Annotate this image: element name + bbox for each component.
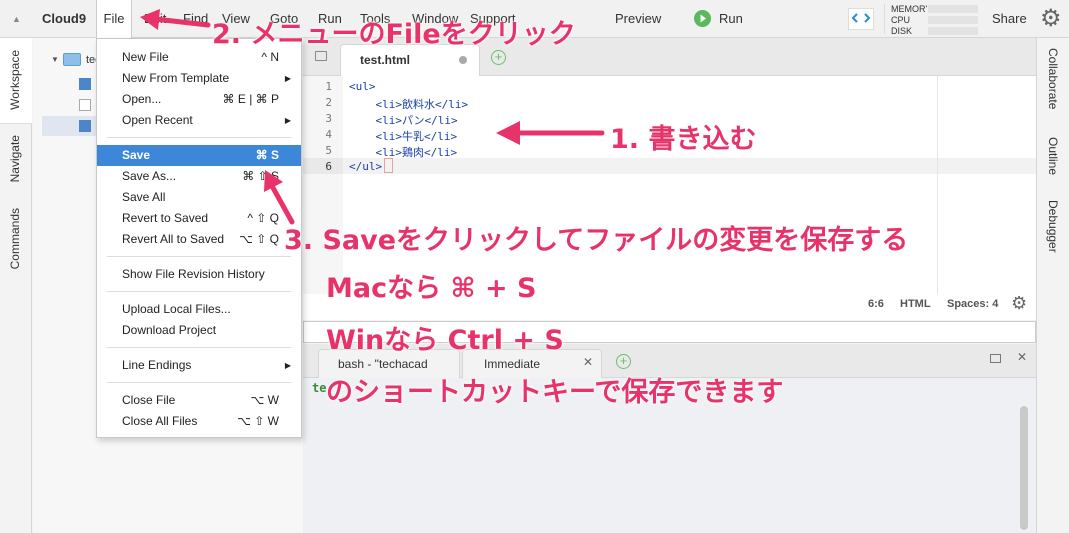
annotation-win: Winなら Ctrl + S [326,325,564,356]
annotation-step1: 1. 書き込む [610,124,757,155]
arrow-to-save [269,183,295,225]
annotation-mac: Macなら ⌘ + S [326,273,537,304]
annotation-step3: 3. Saveをクリックしてファイルの変更を保存する [284,225,909,256]
arrowhead-editor [496,121,520,145]
annotation-shortcut-note: のショートカットキーで保存できます [326,377,784,408]
arrow-to-file-menu [152,16,211,28]
annotation-step2: 2. メニューのFileをクリック [212,19,576,50]
arrowhead-file [140,9,160,30]
